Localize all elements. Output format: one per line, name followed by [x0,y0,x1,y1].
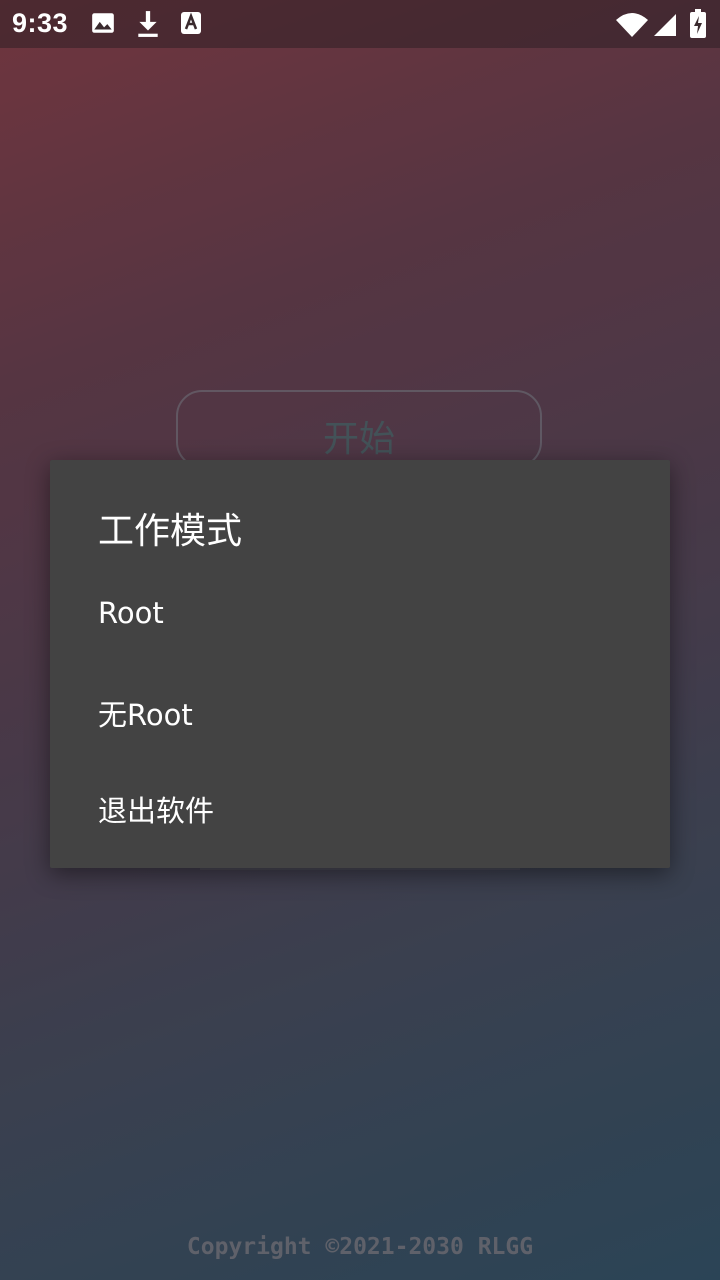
image-icon [90,10,116,40]
a-notification-icon [180,10,202,40]
option-root-label: Root [98,596,164,630]
option-exit-app[interactable]: 退出软件 [50,758,670,854]
status-time: 9:33 [12,8,69,38]
option-root[interactable]: Root [50,566,670,662]
screen: 9:33 开始 Copyright ©2021-2030 RLGG 工作模式 R… [0,0,720,1280]
option-no-root-label: 无Root [98,698,193,732]
battery-charging-icon [689,9,707,43]
download-icon [135,10,161,42]
wifi-icon [615,12,649,42]
dialog-title: 工作模式 [98,511,243,552]
work-mode-dialog: 工作模式 Root 无Root 退出软件 [50,460,670,868]
status-bar: 9:33 [0,0,720,48]
option-no-root[interactable]: 无Root [50,662,670,758]
signal-icon [652,12,678,42]
option-exit-app-label: 退出软件 [98,794,215,828]
